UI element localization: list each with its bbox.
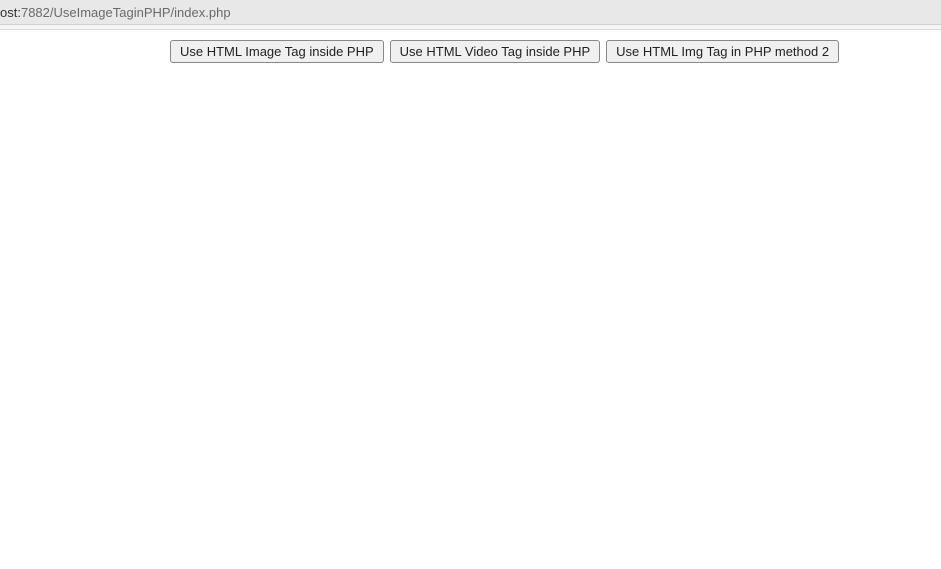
use-html-image-tag-button[interactable]: Use HTML Image Tag inside PHP [170, 40, 384, 63]
use-html-img-tag-method2-button[interactable]: Use HTML Img Tag in PHP method 2 [606, 40, 839, 63]
page-content: Use HTML Image Tag inside PHP Use HTML V… [0, 30, 941, 63]
address-bar[interactable]: ost:7882/UseImageTaginPHP/index.php [0, 0, 941, 25]
url-prefix: ost: [0, 5, 21, 20]
use-html-video-tag-button[interactable]: Use HTML Video Tag inside PHP [390, 40, 601, 63]
url-path: 7882/UseImageTaginPHP/index.php [21, 5, 231, 20]
